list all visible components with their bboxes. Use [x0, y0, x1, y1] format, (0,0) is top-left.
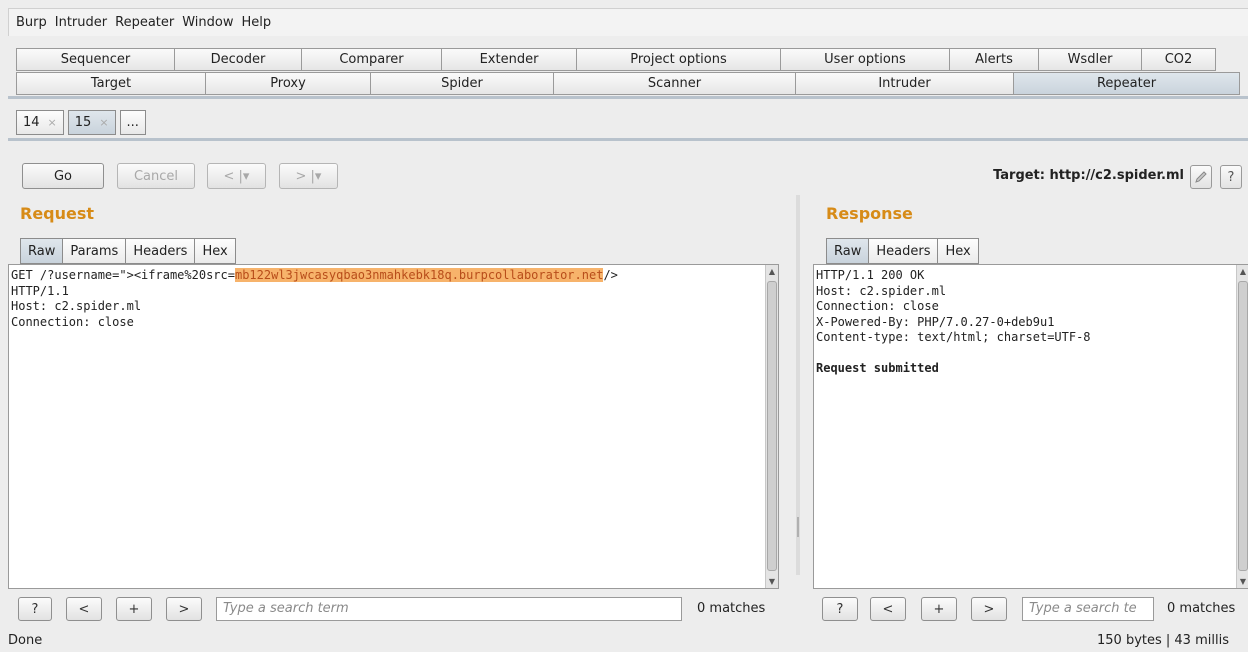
go-button[interactable]: Go	[22, 163, 104, 189]
menu-burp[interactable]: Burp	[15, 15, 48, 30]
request-line: GET /?username="><iframe%20src=mb122wl3j…	[11, 268, 776, 284]
response-connection-header: Connection: close	[816, 299, 939, 313]
back-button[interactable]: < |▾	[207, 163, 266, 189]
response-tab-hex[interactable]: Hex	[938, 238, 979, 264]
tab-target[interactable]: Target	[16, 72, 206, 95]
tool-tabs-row2: Target Proxy Spider Scanner Intruder Rep…	[16, 72, 1240, 95]
scroll-up-icon[interactable]: ▲	[766, 267, 778, 276]
response-content-type-header: Content-type: text/html; charset=UTF-8	[816, 330, 1091, 344]
target-label: Target: http://c2.spider.ml	[993, 168, 1184, 183]
tab-proxy[interactable]: Proxy	[206, 72, 371, 95]
scroll-down-icon[interactable]: ▼	[1237, 577, 1248, 586]
tab-repeater[interactable]: Repeater	[1014, 72, 1240, 95]
response-host-header: Host: c2.spider.ml	[816, 283, 947, 298]
response-blank-line: ​	[816, 346, 1245, 362]
collaborator-payload: mb122wl3jwcasyqbao3nmahkebk18q.burpcolla…	[234, 268, 604, 282]
subtab-underline	[8, 138, 1248, 141]
request-line-prefix: GET /?username="><iframe%20src=	[11, 268, 235, 282]
request-tab-hex[interactable]: Hex	[195, 238, 236, 264]
tab-co2[interactable]: CO2	[1142, 48, 1216, 71]
tab-decoder[interactable]: Decoder	[175, 48, 302, 71]
tab-underline	[8, 96, 1248, 99]
menu-intruder[interactable]: Intruder	[54, 15, 108, 30]
response-matches-count: 0 matches	[1167, 601, 1236, 616]
response-search-options-button[interactable]: +	[921, 597, 957, 621]
request-title: Request	[20, 204, 95, 223]
request-tab-params[interactable]: Params	[63, 238, 127, 264]
request-http-version: HTTP/1.1	[11, 283, 69, 298]
status-text: Done	[8, 633, 43, 648]
request-tab-raw[interactable]: Raw	[20, 238, 64, 264]
tab-sequencer[interactable]: Sequencer	[16, 48, 175, 71]
subtab-15[interactable]: 15 ×	[67, 110, 116, 135]
tab-comparer[interactable]: Comparer	[302, 48, 442, 71]
request-search-input[interactable]: Type a search term	[216, 597, 682, 621]
response-scrollbar[interactable]: ▲ ▼	[1236, 265, 1248, 588]
pencil-icon[interactable]	[1190, 165, 1212, 189]
tab-scanner[interactable]: Scanner	[554, 72, 796, 95]
request-scroll-thumb[interactable]	[767, 281, 777, 571]
request-matches-count: 0 matches	[697, 601, 766, 616]
request-editor[interactable]: GET /?username="><iframe%20src=mb122wl3j…	[8, 264, 779, 589]
request-search-options-button[interactable]: +	[116, 597, 152, 621]
response-tab-raw[interactable]: Raw	[826, 238, 870, 264]
tab-extender[interactable]: Extender	[442, 48, 577, 71]
response-search-help-button[interactable]: ?	[822, 597, 858, 621]
response-scroll-thumb[interactable]	[1238, 281, 1248, 571]
forward-button[interactable]: > |▾	[279, 163, 338, 189]
response-tabs: Raw Headers Hex	[826, 238, 979, 264]
response-powered-by-header: X-Powered-By: PHP/7.0.27-0+deb9u1	[816, 314, 1055, 329]
request-tabs: Raw Params Headers Hex	[20, 238, 236, 264]
request-search-help-button[interactable]: ?	[18, 597, 52, 621]
response-status-line: HTTP/1.1 200 OK	[816, 268, 925, 282]
response-title: Response	[826, 204, 913, 223]
scroll-up-icon[interactable]: ▲	[1237, 267, 1248, 276]
cancel-button[interactable]: Cancel	[117, 163, 195, 189]
menu-repeater[interactable]: Repeater	[114, 15, 175, 30]
request-search-next-button[interactable]: >	[166, 597, 202, 621]
menu-help[interactable]: Help	[241, 15, 273, 30]
response-search-next-button[interactable]: >	[971, 597, 1007, 621]
tool-tabs-row1: Sequencer Decoder Comparer Extender Proj…	[16, 48, 1216, 71]
close-icon[interactable]: ×	[99, 116, 108, 129]
response-search-input[interactable]: Type a search tе	[1022, 597, 1154, 621]
menu-window[interactable]: Window	[181, 15, 234, 30]
subtab-new[interactable]: ...	[119, 110, 146, 135]
scroll-down-icon[interactable]: ▼	[766, 577, 778, 586]
repeater-subtabs: 14 × 15 × ...	[16, 110, 150, 135]
response-body: Request submitted	[816, 361, 939, 375]
request-line-suffix: />	[603, 268, 618, 282]
tab-intruder[interactable]: Intruder	[796, 72, 1014, 95]
tab-spider[interactable]: Spider	[371, 72, 554, 95]
response-tab-headers[interactable]: Headers	[869, 238, 939, 264]
request-host-header: Host: c2.spider.ml	[11, 299, 142, 313]
subtab-label: 15	[74, 115, 92, 130]
tab-alerts[interactable]: Alerts	[950, 48, 1039, 71]
request-tab-headers[interactable]: Headers	[126, 238, 196, 264]
subtab-label: 14	[23, 115, 40, 130]
close-icon[interactable]: ×	[48, 116, 57, 129]
split-grip[interactable]	[797, 517, 799, 537]
tab-project-options[interactable]: Project options	[577, 48, 781, 71]
menu-bar: Burp Intruder Repeater Window Help	[8, 8, 1248, 36]
subtab-label: ...	[126, 115, 139, 130]
request-connection-header: Connection: close	[11, 314, 134, 329]
request-search-prev-button[interactable]: <	[66, 597, 102, 621]
tab-user-options[interactable]: User options	[781, 48, 950, 71]
response-editor[interactable]: HTTP/1.1 200 OK Host: c2.spider.ml Connect…	[813, 264, 1248, 589]
tab-wsdler[interactable]: Wsdler	[1039, 48, 1142, 71]
request-scrollbar[interactable]: ▲ ▼	[765, 265, 778, 588]
subtab-14[interactable]: 14 ×	[16, 110, 64, 135]
help-button[interactable]: ?	[1220, 165, 1242, 189]
response-search-prev-button[interactable]: <	[870, 597, 906, 621]
status-response-info: 150 bytes | 43 millis	[1097, 633, 1229, 648]
